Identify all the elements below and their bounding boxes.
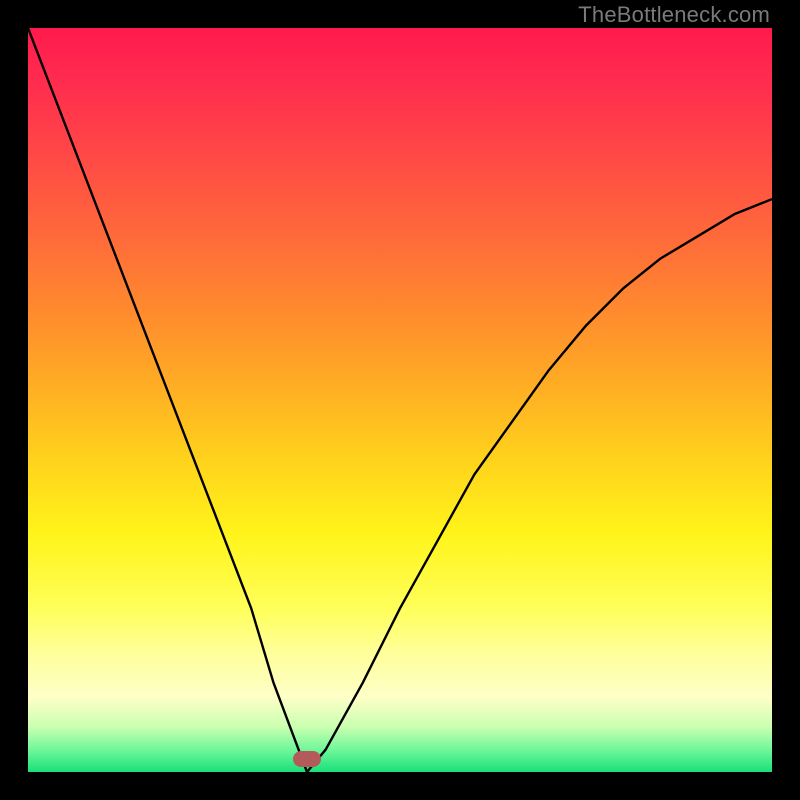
plot-area <box>28 28 772 772</box>
bottleneck-curve <box>28 28 772 772</box>
optimal-marker <box>293 751 321 767</box>
bottleneck-curve-path <box>28 28 772 772</box>
chart-frame: TheBottleneck.com <box>0 0 800 800</box>
watermark-text: TheBottleneck.com <box>578 2 770 28</box>
